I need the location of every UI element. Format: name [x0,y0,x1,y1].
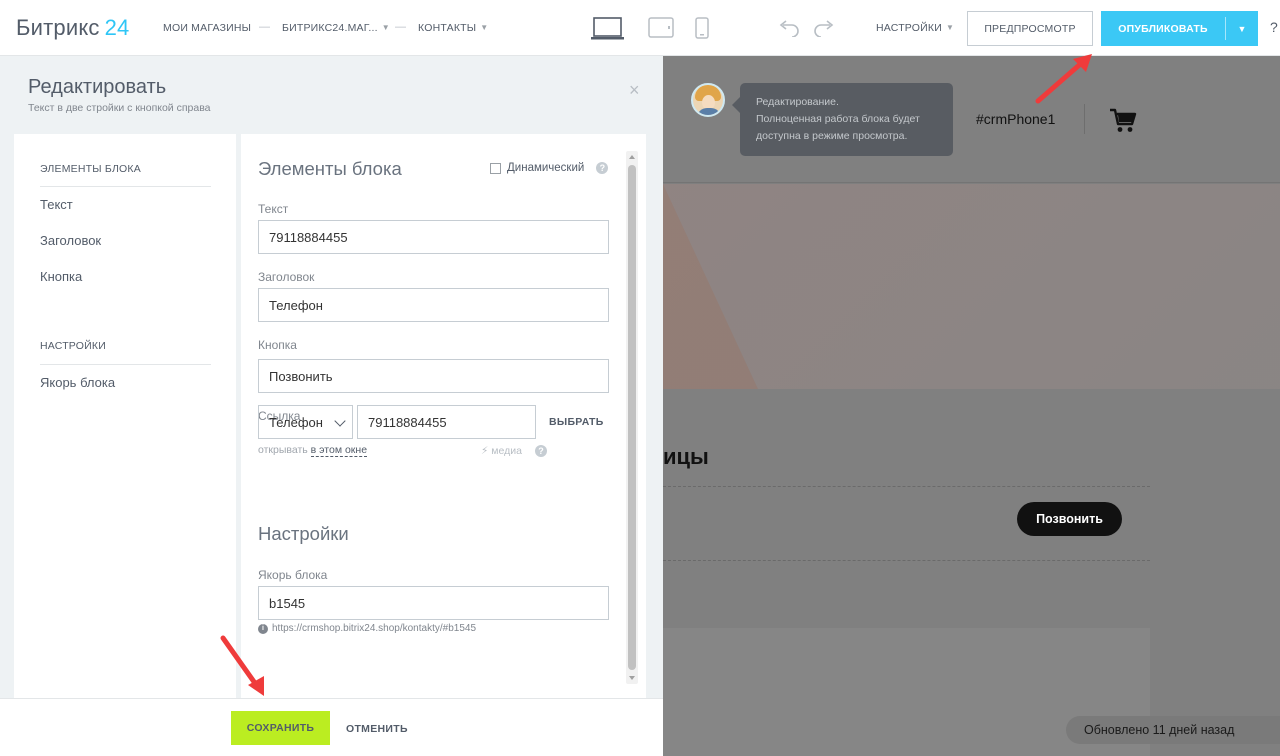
nav-item-heading[interactable]: Заголовок [40,233,101,248]
preview-call-button: Позвонить [1017,502,1122,536]
settings-title: Настройки [258,523,349,544]
nav-separator: — [259,21,270,33]
help-icon[interactable]: ? [596,162,609,174]
nav-my-shops[interactable]: МОИ МАГАЗИНЫ [163,22,251,34]
open-prefix: открывать [258,444,308,456]
anchor-field-label: Якорь блока [258,568,328,582]
desktop-view-icon[interactable] [590,17,625,41]
close-icon[interactable]: × [629,80,640,101]
preview-dashed-divider [663,486,1150,487]
info-icon: i [258,623,268,634]
open-target-link[interactable]: в этом окне [310,444,368,457]
preview-phone: #crmPhone1 [976,111,1056,127]
settings-label: НАСТРОЙКИ [876,22,942,34]
publish-dropdown-icon[interactable]: ▼ [1226,24,1258,34]
preview-button[interactable]: ПРЕДПРОСМОТР [967,11,1093,46]
link-type-select[interactable]: Телефон [258,405,353,439]
preview-section-title: ицы [663,444,709,469]
nav-contacts[interactable]: КОНТАКТЫ ▼ [418,22,488,34]
mobile-view-icon[interactable] [695,17,709,39]
link-input[interactable]: 79118884455 [357,405,536,439]
anchor-input[interactable]: b1545 [258,586,609,620]
text-input[interactable]: 79118884455 [258,220,609,254]
nav-separator: — [395,21,406,33]
heading-input[interactable]: Телефон [258,288,609,322]
open-target: открывать в этом окне [258,444,368,457]
chevron-down-icon: ▼ [381,23,390,32]
logo-text: Битрикс [16,15,100,40]
text-field-label: Текст [258,202,289,216]
preview-divider [1084,104,1085,134]
top-bar: Битрикс 24 МОИ МАГАЗИНЫ — БИТРИКС24.МАГ..… [0,0,1280,56]
elements-title: Элементы блока [258,158,402,179]
save-button[interactable]: СОХРАНИТЬ [231,711,330,745]
chevron-down-icon [334,415,346,427]
panel-subtitle: Текст в две стройки с кнопкой справа [28,102,211,114]
avatar [691,83,725,117]
choose-button[interactable]: ВЫБРАТЬ [549,416,604,428]
help-icon[interactable]: ? [1270,19,1278,35]
nav-site-label: БИТРИКС24.МАГ... [282,22,378,34]
checkbox-icon[interactable] [490,162,501,174]
panel-footer: СОХРАНИТЬ ОТМЕНИТЬ [0,698,663,756]
help-icon[interactable]: ? [535,445,547,457]
edit-panel: Редактировать Текст в две стройки с кноп… [0,56,663,756]
heading-field-label: Заголовок [258,270,315,284]
nav-section-elements: ЭЛЕМЕНТЫ БЛОКА [40,163,141,175]
tooltip-title: Редактирование. [756,96,839,108]
tooltip-body: Полноценная работа блока будет доступна … [756,113,920,142]
logo-number: 24 [104,15,130,40]
nav-site[interactable]: БИТРИКС24.МАГ... ▼ [282,22,390,34]
media-link[interactable]: ⚡ медиа [481,445,522,457]
redo-icon[interactable] [813,19,835,37]
cancel-button[interactable]: ОТМЕНИТЬ [346,723,408,735]
tablet-view-icon[interactable] [648,17,674,39]
nav-divider [40,364,211,365]
cart-icon [1110,108,1137,132]
panel-form: Элементы блока Динамический ? Текст 7911… [241,134,646,755]
anchor-url: i https://crmshop.bitrix24.shop/kontakty… [258,623,476,634]
bitrix24-logo[interactable]: Битрикс 24 [16,15,129,41]
link-type-value: Телефон [269,414,323,430]
page-preview: Редактирование. Полноценная работа блока… [663,56,1280,756]
anchor-url-text: https://crmshop.bitrix24.shop/kontakty/#… [272,623,477,634]
nav-item-button[interactable]: Кнопка [40,269,82,284]
publish-label: ОПУБЛИКОВАТЬ [1118,22,1208,35]
nav-item-anchor[interactable]: Якорь блока [40,375,115,390]
button-input[interactable]: Позвонить [258,359,609,393]
scroll-up-icon[interactable] [629,155,635,159]
preview-hero-image [663,184,1280,389]
preview-dashed-divider [663,560,1150,561]
chevron-down-icon: ▼ [480,23,489,32]
panel-nav: ЭЛЕМЕНТЫ БЛОКА Текст Заголовок Кнопка НА… [14,134,236,755]
nav-contacts-label: КОНТАКТЫ [418,22,477,34]
scroll-down-icon[interactable] [629,676,635,680]
scroll-thumb[interactable] [628,165,636,670]
form-scrollbar[interactable] [626,151,638,684]
undo-icon[interactable] [778,19,800,37]
nav-item-text[interactable]: Текст [40,197,73,212]
nav-divider [40,186,211,187]
chevron-down-icon: ▼ [945,23,955,32]
updated-status: Обновлено 11 дней назад [1066,716,1280,744]
publish-button[interactable]: ОПУБЛИКОВАТЬ ▼ [1101,11,1258,46]
panel-title: Редактировать [28,76,167,98]
nav-section-settings: НАСТРОЙКИ [40,340,106,352]
dynamic-checkbox[interactable]: Динамический ? [490,162,609,174]
button-field-label: Кнопка [258,338,297,352]
edit-mode-tooltip: Редактирование. Полноценная работа блока… [732,83,953,156]
dynamic-label: Динамический [507,162,585,174]
settings-menu[interactable]: НАСТРОЙКИ ▼ [876,22,954,34]
